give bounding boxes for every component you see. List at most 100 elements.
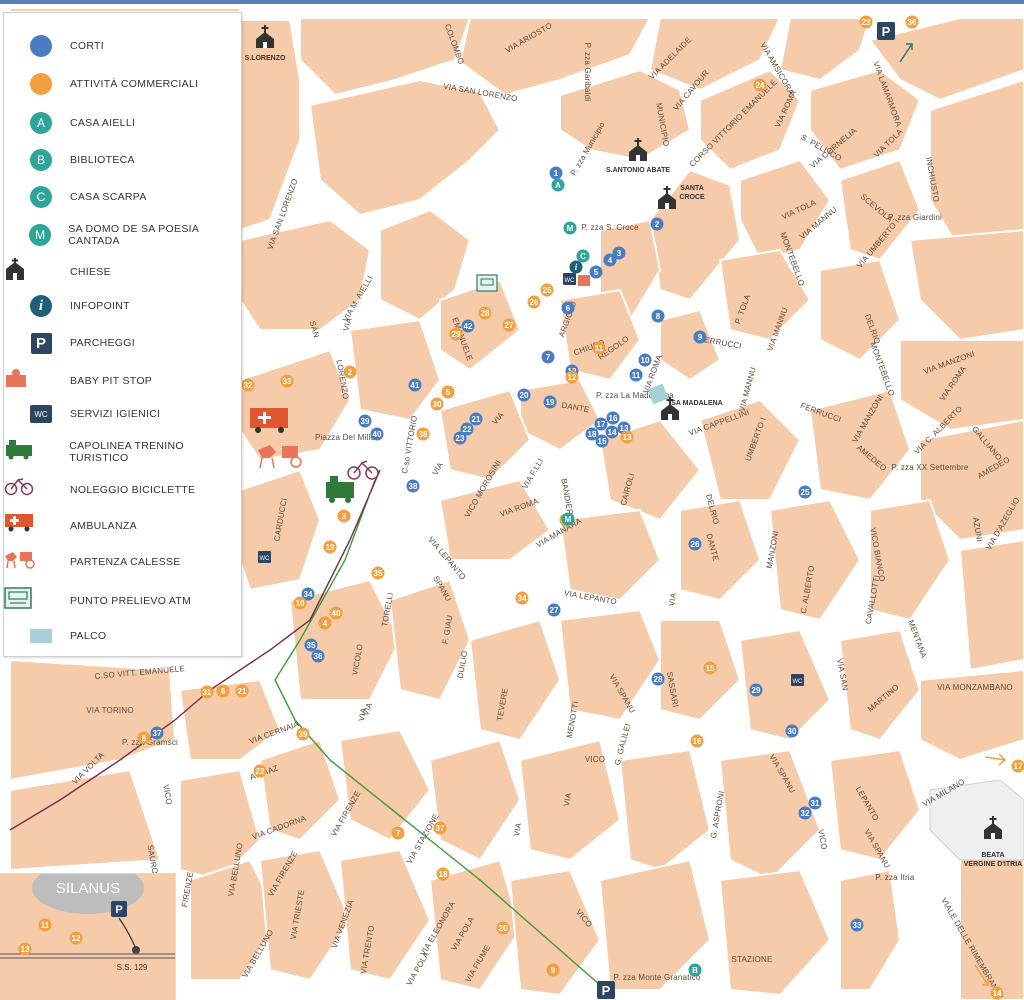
corte-marker[interactable]: 19 — [543, 395, 557, 409]
corte-marker[interactable]: 27 — [547, 603, 561, 617]
commerciale-marker[interactable]: 13 — [18, 942, 32, 956]
corte-marker[interactable]: 39 — [358, 414, 372, 428]
parking-icon[interactable]: P — [877, 22, 895, 40]
commerciale-marker[interactable]: 33 — [280, 374, 294, 388]
commerciale-marker[interactable]: 36 — [905, 15, 919, 29]
corte-marker[interactable]: 17 — [594, 417, 608, 431]
commerciale-marker[interactable]: 18 — [436, 867, 450, 881]
commerciale-marker[interactable]: 34 — [515, 591, 529, 605]
church-label: SA MADALENA — [671, 400, 722, 407]
svg-text:7: 7 — [546, 353, 551, 362]
corte-marker[interactable]: 29 — [749, 683, 763, 697]
commerciale-marker[interactable]: 31 — [200, 685, 214, 699]
teal-letter-marker[interactable]: M — [563, 221, 577, 235]
commerciale-marker[interactable]: 19 — [323, 540, 337, 554]
svg-text:10: 10 — [296, 599, 305, 608]
baby-pit-stop-icon — [6, 368, 54, 394]
corte-marker[interactable]: 41 — [408, 378, 422, 392]
commerciale-marker[interactable]: 4 — [318, 616, 332, 630]
commerciale-marker[interactable]: 13 — [620, 430, 634, 444]
corte-marker[interactable]: 42 — [461, 319, 475, 333]
commerciale-marker[interactable]: 6 — [216, 684, 230, 698]
corte-marker[interactable]: 28 — [651, 672, 665, 686]
commerciale-marker[interactable]: 2 — [343, 365, 357, 379]
corte-marker[interactable]: 9 — [693, 330, 707, 344]
commerciale-marker[interactable]: 7 — [391, 826, 405, 840]
corte-marker[interactable]: 38 — [406, 479, 420, 493]
commerciale-marker[interactable]: 32 — [241, 378, 255, 392]
commerciale-marker[interactable]: 27 — [502, 318, 516, 332]
commerciale-marker[interactable]: 10 — [293, 596, 307, 610]
corte-marker[interactable]: 37 — [150, 726, 164, 740]
corte-marker[interactable]: 2 — [650, 217, 664, 231]
corte-marker[interactable]: 11 — [629, 368, 643, 382]
commerciale-marker[interactable]: 25 — [540, 283, 554, 297]
commerciale-marker[interactable]: 21 — [235, 684, 249, 698]
corte-marker[interactable]: 25 — [798, 485, 812, 499]
commerciale-marker[interactable]: 26 — [527, 295, 541, 309]
corte-marker[interactable]: 36 — [311, 649, 325, 663]
commerciale-marker[interactable]: 11 — [592, 341, 606, 355]
commerciale-marker[interactable]: 40 — [329, 606, 343, 620]
commerciale-marker[interactable]: 3 — [337, 509, 351, 523]
bicycle-icon[interactable] — [347, 460, 379, 480]
info-icon[interactable]: i — [569, 260, 583, 274]
corte-marker[interactable]: 35 — [304, 638, 318, 652]
corte-marker[interactable]: 6 — [561, 301, 575, 315]
corte-marker[interactable]: 8 — [651, 309, 665, 323]
corte-marker[interactable]: 30 — [785, 724, 799, 738]
atm-icon[interactable] — [476, 274, 498, 292]
train-icon[interactable] — [326, 476, 354, 503]
commerciale-marker[interactable]: 14 — [990, 986, 1004, 1000]
teal-letter-marker[interactable]: M — [561, 512, 575, 526]
commerciale-marker[interactable]: 12 — [69, 931, 83, 945]
commerciale-marker[interactable]: 11 — [38, 918, 52, 932]
wc-icon[interactable]: WC — [791, 674, 804, 686]
corte-marker[interactable]: 31 — [808, 796, 822, 810]
wc-icon[interactable]: WC — [258, 551, 271, 563]
teal-letter-marker[interactable]: B — [688, 963, 702, 977]
map-canvas[interactable]: VIA ARIOSTO COLOMBO VIA SAN LORENZO VIA SAN… — [0, 0, 1024, 1000]
commerciale-marker[interactable]: 37 — [433, 821, 447, 835]
corte-marker[interactable]: 32 — [798, 806, 812, 820]
commerciale-marker[interactable]: 12 — [565, 370, 579, 384]
commerciale-marker[interactable]: 8 — [137, 731, 151, 745]
commerciale-marker[interactable]: 29 — [449, 327, 463, 341]
commerciale-marker[interactable]: 23 — [859, 15, 873, 29]
corte-marker[interactable]: 14 — [605, 425, 619, 439]
corte-marker[interactable]: 20 — [517, 388, 531, 402]
city-block — [839, 868, 902, 991]
commerciale-marker[interactable]: 30 — [430, 397, 444, 411]
corte-marker[interactable]: 40 — [370, 427, 384, 441]
corte-marker[interactable]: 7 — [541, 350, 555, 364]
commerciale-marker[interactable]: 5 — [441, 385, 455, 399]
commerciale-marker[interactable]: 20 — [496, 921, 510, 935]
commerciale-marker[interactable]: 16 — [690, 734, 704, 748]
commerciale-marker[interactable]: 39 — [296, 727, 310, 741]
corte-marker[interactable]: 16 — [606, 411, 620, 425]
teal-letter-marker[interactable]: C — [576, 249, 590, 263]
commerciale-marker[interactable]: 17 — [1011, 759, 1024, 773]
corte-marker[interactable]: 5 — [589, 265, 603, 279]
teal-letter-marker[interactable]: A — [551, 178, 565, 192]
commerciale-marker[interactable]: 28 — [478, 306, 492, 320]
corte-marker[interactable]: 18 — [585, 427, 599, 441]
corte-marker[interactable]: 23 — [453, 431, 467, 445]
corte-marker[interactable]: 26 — [688, 537, 702, 551]
commerciale-marker[interactable]: 15 — [703, 661, 717, 675]
commerciale-marker[interactable]: 35 — [371, 566, 385, 580]
corte-marker[interactable]: 1 — [549, 166, 563, 180]
wc-icon[interactable]: WC — [563, 273, 576, 285]
corte-marker[interactable]: 33 — [850, 918, 864, 932]
commerciale-marker[interactable]: 9 — [546, 963, 560, 977]
commerciale-marker[interactable]: 24 — [753, 78, 767, 92]
corte-marker[interactable]: 4 — [603, 253, 617, 267]
svg-text:38: 38 — [419, 430, 428, 439]
legend-row: PUNTO PRELIEVO ATM — [4, 587, 241, 615]
corte-marker[interactable]: 21 — [469, 412, 483, 426]
baby-pit-stop-icon[interactable] — [578, 275, 590, 286]
commerciale-marker[interactable]: 22 — [253, 764, 267, 778]
commerciale-marker[interactable]: 38 — [416, 427, 430, 441]
parking-icon[interactable]: P — [597, 981, 615, 999]
corte-marker[interactable]: 10 — [638, 353, 652, 367]
